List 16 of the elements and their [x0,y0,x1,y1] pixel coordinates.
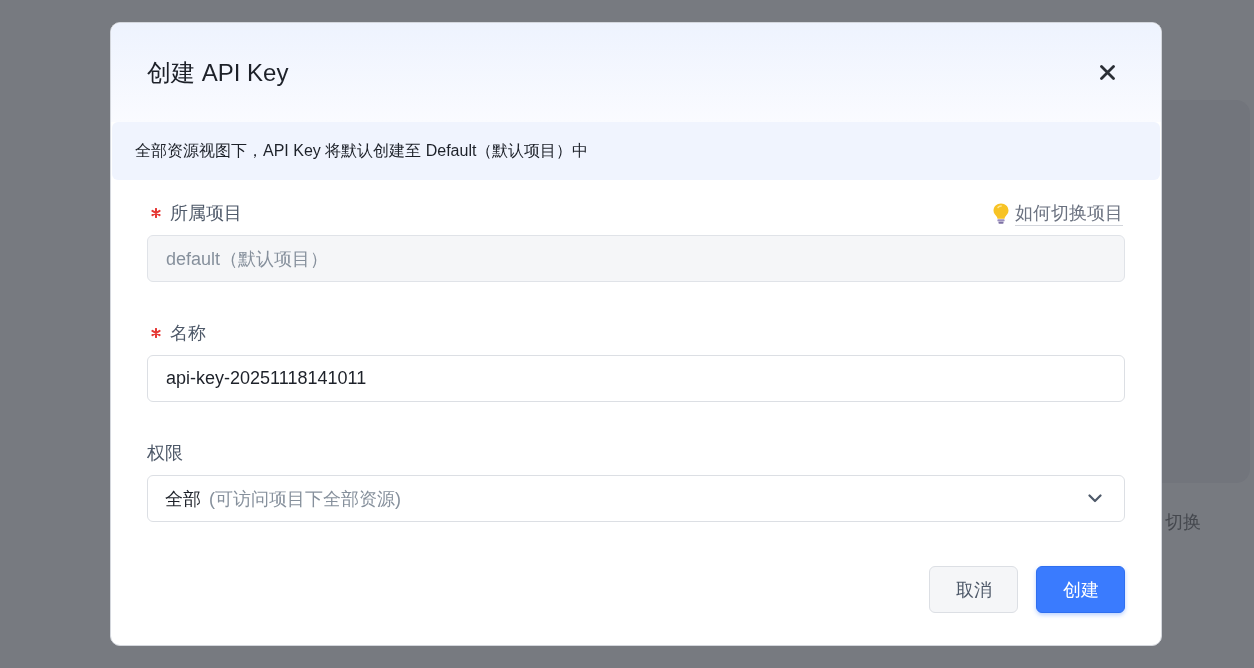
select-option-description: (可访问项目下全部资源) [209,487,401,511]
cancel-button[interactable]: 取消 [929,566,1018,613]
lightbulb-icon [993,202,1009,224]
disabled-text-field: default（默认项目） [147,235,1125,282]
field-label: 所属项目 [170,202,242,225]
chevron-down-icon [1088,494,1102,503]
dialog-title: 创建 API Key [147,57,289,88]
info-notice: 全部资源视图下，API Key 将默认创建至 Default（默认项目）中 [112,122,1160,180]
field-label: 名称 [170,322,206,345]
select-dropdown[interactable]: 全部 (可访问项目下全部资源) [147,475,1125,522]
field-label: 权限 [147,442,183,465]
create-button[interactable]: 创建 [1036,566,1125,613]
close-icon [1100,65,1115,80]
select-value: 全部 [165,487,201,511]
close-button[interactable] [1098,63,1117,82]
text-input-field[interactable]: api-key-20251118141011 [147,355,1125,402]
